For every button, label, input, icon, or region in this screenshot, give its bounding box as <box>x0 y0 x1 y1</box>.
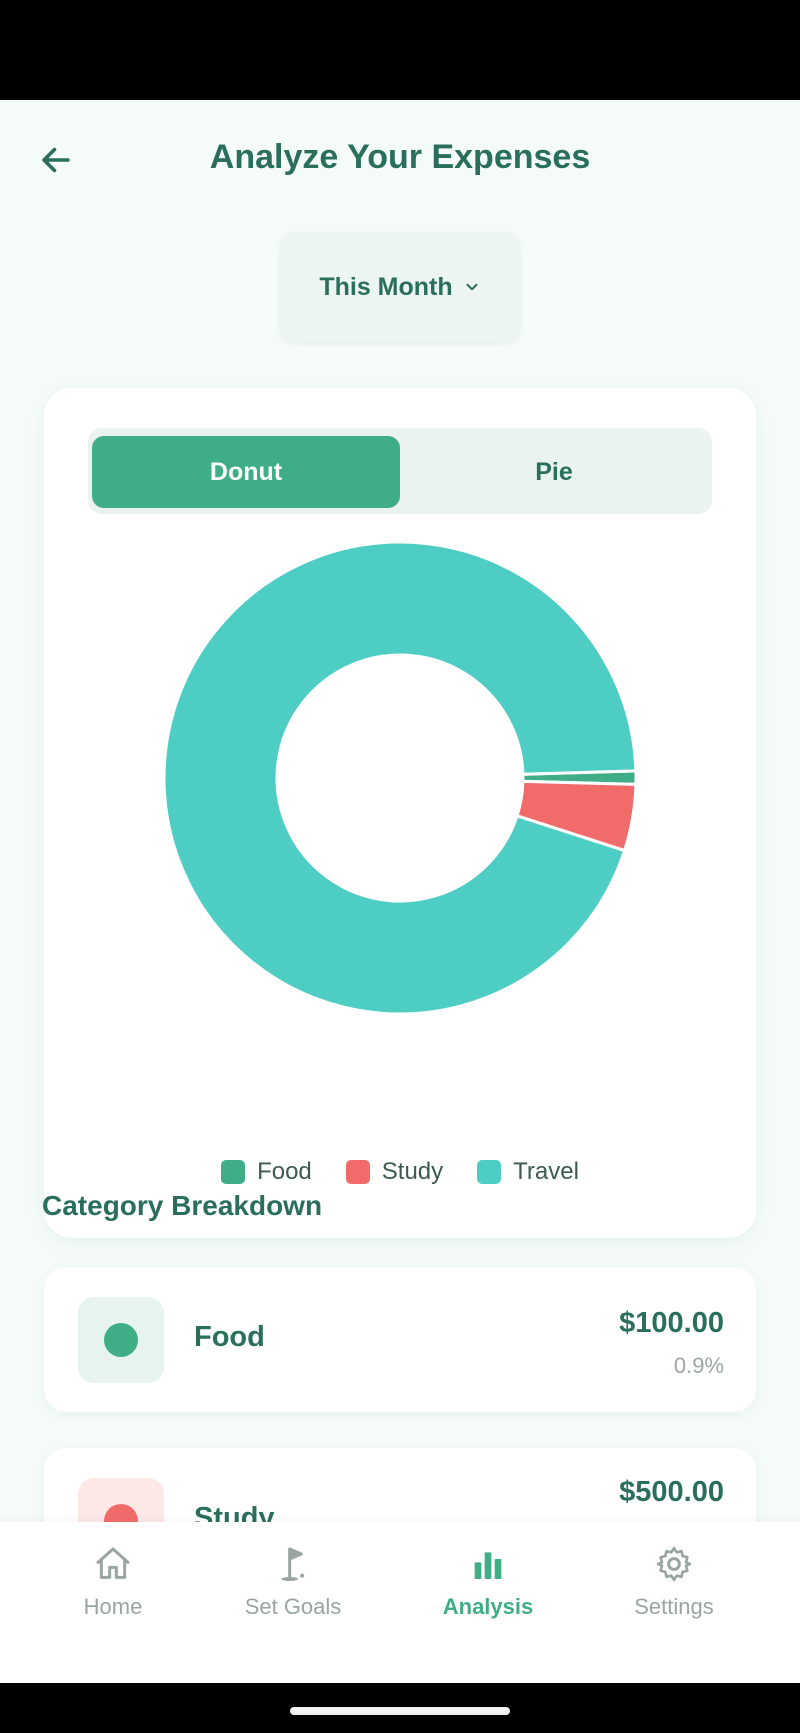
category-percent: 0.9% <box>673 1353 724 1378</box>
chevron-down-icon <box>466 283 478 291</box>
category-breakdown-title: Category Breakdown <box>42 1190 323 1221</box>
chart-card: Donut Pie Food Study Travel <box>44 388 756 1238</box>
gear-icon <box>656 1546 692 1582</box>
period-dropdown[interactable]: This Month <box>280 232 520 342</box>
legend-label-study: Study <box>381 1158 444 1185</box>
category-card-food[interactable]: Food $100.00 0.9% <box>44 1267 756 1412</box>
nav-item-analysis[interactable]: Analysis <box>398 1544 578 1654</box>
golf-flag-icon <box>281 1547 305 1581</box>
bar-chart-icon <box>474 1552 502 1579</box>
bottom-navigation: Home Set Goals Analysis Settings <box>0 1522 800 1683</box>
analysis-screen: Analyze Your Expenses This Month Donut P… <box>0 100 800 1683</box>
nav-item-settings[interactable]: Settings <box>584 1544 764 1654</box>
status-bar <box>0 0 800 100</box>
nav-label-home: Home <box>83 1594 143 1619</box>
nav-item-home[interactable]: Home <box>23 1544 203 1654</box>
home-icon <box>96 1547 130 1579</box>
chart-legend: Food Study Travel <box>44 1158 756 1186</box>
legend-swatch-travel <box>477 1160 502 1184</box>
category-amount: $100.00 <box>619 1307 724 1339</box>
legend-swatch-food <box>221 1160 246 1184</box>
nav-item-set-goals[interactable]: Set Goals <box>203 1544 383 1654</box>
donut-chart <box>160 538 640 1018</box>
legend-item-food: Food <box>221 1158 312 1186</box>
category-dot-icon <box>104 1323 138 1357</box>
category-icon-box-food <box>78 1297 164 1383</box>
app-header: Analyze Your Expenses <box>0 100 800 220</box>
donut-chart-svg <box>162 540 638 1016</box>
legend-label-travel: Travel <box>513 1158 579 1185</box>
category-amount: $500.00 <box>619 1476 724 1508</box>
legend-item-study: Study <box>345 1158 444 1186</box>
nav-label-set-goals: Set Goals <box>244 1594 342 1619</box>
nav-label-analysis: Analysis <box>442 1594 534 1619</box>
pie-toggle-button[interactable]: Pie <box>400 436 708 508</box>
donut-toggle-button[interactable]: Donut <box>92 436 400 508</box>
legend-item-travel: Travel <box>477 1158 579 1186</box>
period-selected-label: This Month <box>319 272 453 301</box>
category-name: Food <box>194 1321 265 1353</box>
nav-label-settings: Settings <box>634 1594 714 1619</box>
page-title: Analyze Your Expenses <box>209 138 591 176</box>
legend-label-food: Food <box>257 1158 312 1185</box>
legend-swatch-study <box>345 1160 370 1184</box>
gesture-handle[interactable] <box>290 1707 510 1715</box>
